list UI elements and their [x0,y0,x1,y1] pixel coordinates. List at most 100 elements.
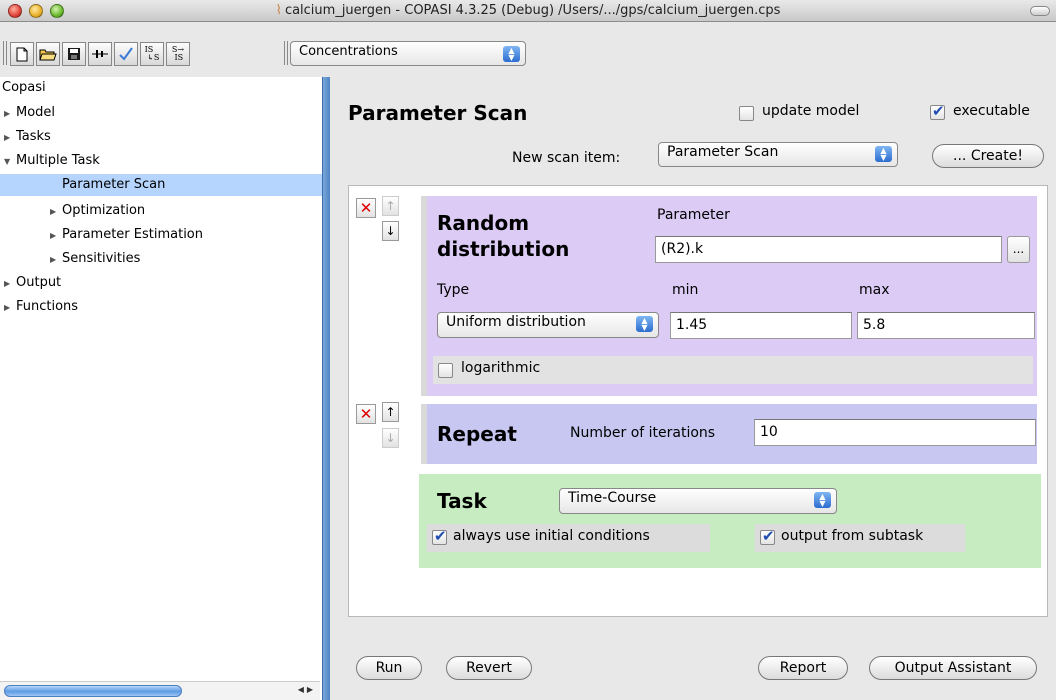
output-subtask-checkbox[interactable] [760,527,775,545]
mode-select-value: Concentrations [299,44,398,59]
expand-arrow-icon[interactable]: ▶ [50,225,62,247]
tree-item-parameter-scan[interactable]: Parameter Scan [0,174,322,196]
window-title-bar: ⌇ calcium_juergen - COPASI 4.3.25 (Debug)… [0,0,1056,22]
toolbar-grip-handle[interactable] [3,41,7,65]
output-subtask-label: output from subtask [781,528,924,544]
down-arrow-icon: ↓ [385,431,396,445]
tree-item-functions[interactable]: ▶ Functions [4,296,326,318]
document-proxy-icon[interactable]: ⌇ [276,3,282,18]
concentration-mode-select[interactable]: Concentrations ▲ ▼ [290,41,526,66]
update-model-checkbox[interactable] [739,106,754,121]
is-to-s-icon: IS ↳S [144,45,160,62]
new-scan-item-select[interactable]: Parameter Scan ▲ ▼ [658,142,898,167]
is-to-s-button[interactable]: IS ↳S [140,42,164,66]
task-item: Task Time-Course ▲▼ always use initial c… [419,474,1041,568]
expand-arrow-icon[interactable]: ▶ [4,297,16,319]
initial-conditions-row: always use initial conditions [427,524,710,552]
up-arrow-icon: ↑ [385,405,396,419]
tree-root-copasi[interactable]: Copasi [2,77,324,99]
slider-button[interactable] [88,42,112,66]
toolbar-separator [284,41,288,65]
close-icon: ✕ [359,405,373,423]
updown-arrows-icon: ▲ ▼ [814,492,831,508]
browse-parameter-button[interactable]: ... [1007,236,1030,263]
toolbar: IS ↳S S→ IS Concentrations ▲ ▼ [0,22,1056,77]
close-icon: ✕ [359,199,373,217]
delete-item-button[interactable]: ✕ [356,404,376,424]
save-disk-icon [68,48,80,60]
toolbar-toggle-button[interactable] [1030,6,1050,16]
iterations-label: Number of iterations [570,425,716,441]
save-file-button[interactable] [62,42,86,66]
move-up-button[interactable]: ↑ [382,196,399,216]
slider-icon [92,50,108,58]
down-arrow-icon: ↓ [385,224,396,238]
random-heading: Random distribution [437,211,570,261]
repeat-item: Repeat Number of iterations 10 [427,404,1037,464]
logarithmic-row: logarithmic [433,356,1033,384]
tree-item-model[interactable]: ▶ Model [4,102,326,124]
delete-item-button[interactable]: ✕ [356,198,376,218]
executable-label: executable [953,103,1030,119]
logarithmic-label: logarithmic [461,360,541,376]
scan-items-list: ✕ ↑ ↓ Random distribution Parameter (R2).… [348,185,1048,617]
check-model-button[interactable] [114,42,138,66]
create-button[interactable]: ... Create! [932,144,1044,168]
repeat-heading: Repeat [437,422,517,446]
initial-conditions-label: always use initial conditions [453,528,650,544]
expand-arrow-icon[interactable]: ▶ [50,201,62,223]
s-to-is-icon: S→ IS [171,45,185,62]
new-scan-item-label: New scan item: [512,150,621,166]
updown-arrows-icon: ▲ ▼ [503,46,520,62]
updown-arrows-icon: ▲ ▼ [636,316,653,332]
up-arrow-icon: ↑ [385,199,396,213]
expand-arrow-icon[interactable]: ▶ [50,249,62,271]
move-up-button[interactable]: ↑ [382,402,399,422]
move-down-button[interactable]: ↓ [382,428,399,448]
new-file-icon [16,47,28,61]
move-down-button[interactable]: ↓ [382,221,399,241]
min-field[interactable]: 1.45 [670,312,852,339]
logarithmic-checkbox[interactable] [438,363,453,378]
initial-conditions-checkbox[interactable] [432,527,447,545]
collapse-arrow-icon[interactable]: ▼ [4,151,16,173]
iterations-field[interactable]: 10 [754,419,1036,446]
s-to-is-button[interactable]: S→ IS [166,42,190,66]
distribution-type-select[interactable]: Uniform distribution ▲ ▼ [437,312,659,338]
executable-checkbox[interactable] [930,102,945,120]
type-label: Type [437,282,470,298]
output-subtask-row: output from subtask [755,524,965,552]
scroll-arrows-icon[interactable]: ◀▶ [298,685,316,694]
subtask-select[interactable]: Time-Course ▲ ▼ [559,488,837,514]
tree-item-tasks[interactable]: ▶ Tasks [4,126,326,148]
page-title: Parameter Scan [348,101,528,125]
tree-horizontal-scrollbar[interactable]: ◀▶ [0,681,320,700]
random-distribution-item: Random distribution Parameter (R2).k ... … [427,196,1037,396]
tree-item-optimization[interactable]: ▶ Optimization [50,200,320,222]
update-model-label: update model [762,103,860,119]
new-file-button[interactable] [10,42,34,66]
check-icon [119,47,133,61]
run-button[interactable]: Run [356,656,422,680]
object-browser-tree: Copasi ▶ Model ▶ Tasks ▼ Multiple Task Para… [0,77,328,700]
revert-button[interactable]: Revert [446,656,532,680]
type-select-value: Uniform distribution [446,314,586,330]
output-assistant-button[interactable]: Output Assistant [869,656,1037,680]
expand-arrow-icon[interactable]: ▶ [4,103,16,125]
report-button[interactable]: Report [758,656,848,680]
scrollbar-thumb[interactable] [4,685,182,697]
tree-item-multiple-task[interactable]: ▼ Multiple Task [4,150,326,172]
scan-item-select-value: Parameter Scan [667,144,779,160]
window-title: ⌇ calcium_juergen - COPASI 4.3.25 (Debug)… [275,3,781,18]
tree-item-sensitivities[interactable]: ▶ Sensitivities [50,248,320,270]
max-field[interactable]: 5.8 [857,312,1035,339]
open-file-button[interactable] [36,42,60,66]
expand-arrow-icon[interactable]: ▶ [4,273,16,295]
tree-item-parameter-estimation[interactable]: ▶ Parameter Estimation [50,224,320,246]
panel-splitter[interactable] [322,77,330,700]
tree-item-output[interactable]: ▶ Output [4,272,326,294]
expand-arrow-icon[interactable]: ▶ [4,127,16,149]
updown-arrows-icon: ▲ ▼ [875,146,892,162]
parameter-field[interactable]: (R2).k [655,236,1002,263]
parameter-scan-panel: Parameter Scan update model executable N… [330,77,1056,700]
